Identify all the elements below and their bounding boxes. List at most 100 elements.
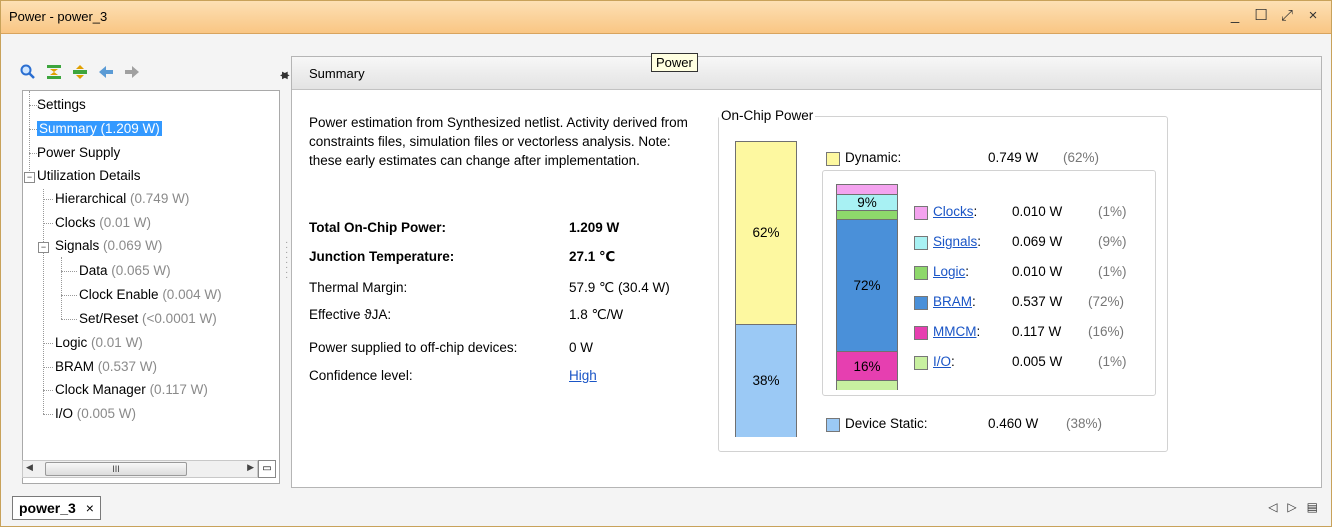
tree-item-value: (0.005 W) xyxy=(76,406,137,421)
io-link-text[interactable]: I/O xyxy=(933,354,951,369)
tree-item-clock-manager[interactable]: Clock Manager (0.117 W) xyxy=(55,382,208,397)
previous-tab-icon[interactable]: ◁ xyxy=(1268,500,1277,514)
minimize-button[interactable]: _ xyxy=(1227,7,1243,25)
tree-item-summary[interactable]: Summary (1.209 W) xyxy=(37,121,162,136)
collapse-all-icon[interactable] xyxy=(44,62,64,82)
tree-item-label: I/O xyxy=(55,406,74,421)
clocks-swatch xyxy=(914,206,928,220)
tree-item-label: Clocks xyxy=(55,215,96,230)
tree-item-utilization[interactable]: Utilization Details xyxy=(37,168,141,183)
tree-item-label: Clock Manager xyxy=(55,382,146,397)
logic-link-text[interactable]: Logic xyxy=(933,264,965,279)
tab-power-3[interactable]: power_3 × xyxy=(12,496,101,520)
tree-item-io[interactable]: I/O (0.005 W) xyxy=(55,406,136,421)
tree-item-label: Hierarchical xyxy=(55,191,127,206)
tree-item-label: Signals xyxy=(55,238,100,253)
signals-pct: (9%) xyxy=(1098,234,1127,249)
mmcm-link-text[interactable]: MMCM xyxy=(933,324,977,339)
on-chip-power-title: On-Chip Power xyxy=(719,108,816,123)
signals-swatch xyxy=(914,236,928,250)
close-button[interactable]: × xyxy=(1305,7,1321,25)
static-value: 0.460 W xyxy=(988,416,1039,431)
junction-temp-value: 27.1 ℃ xyxy=(569,249,616,264)
clocks-value: 0.010 W xyxy=(1012,204,1063,219)
breakdown-bar-segment xyxy=(837,185,897,194)
tab-label: power_3 xyxy=(19,500,76,516)
io-pct: (1%) xyxy=(1098,354,1127,369)
tree-item-value: (0.065 W) xyxy=(111,263,171,278)
splitter-handle[interactable]: · · · · · · · · xyxy=(285,238,288,283)
title-bar: Power - power_3 _ ☐ ⤢ × xyxy=(1,1,1331,34)
tree-item-label: Data xyxy=(79,263,108,278)
tree-item-settings[interactable]: Settings xyxy=(37,97,86,112)
on-chip-power-bar: 62% 38% xyxy=(735,141,797,437)
panel-corner-icon[interactable]: ▭ xyxy=(258,460,276,478)
signals-link[interactable]: Signals: xyxy=(933,234,981,249)
tree-connector xyxy=(43,390,53,391)
tree-horizontal-scrollbar[interactable]: ◀ III ▶ xyxy=(22,460,258,478)
expand-all-icon[interactable] xyxy=(70,62,90,82)
power-tree: Settings Summary (1.209 W) Power Supply … xyxy=(22,90,280,484)
expand-panel-icon[interactable]: ▶ xyxy=(282,70,290,81)
clocks-pct: (1%) xyxy=(1098,204,1127,219)
clocks-link[interactable]: Clocks: xyxy=(933,204,977,219)
tree-item-hierarchical[interactable]: Hierarchical (0.749 W) xyxy=(55,191,189,206)
scrollbar-thumb[interactable]: III xyxy=(45,462,187,476)
static-swatch xyxy=(826,418,840,432)
bram-link-text[interactable]: BRAM xyxy=(933,294,972,309)
forward-icon[interactable] xyxy=(122,62,142,82)
effective-theta-label: Effective ϑJA: xyxy=(309,307,392,322)
tab-list-icon[interactable]: ▤ xyxy=(1307,500,1318,514)
tree-item-label: Logic xyxy=(55,335,88,350)
breakdown-bar-segment: 16% xyxy=(837,350,897,382)
collapse-toggle-icon[interactable]: − xyxy=(24,172,35,183)
tree-item-value: (<0.0001 W) xyxy=(142,311,217,326)
static-pct: (38%) xyxy=(1066,416,1103,431)
float-button[interactable]: ⤢ xyxy=(1279,7,1295,25)
thermal-margin-label: Thermal Margin: xyxy=(309,280,408,295)
dynamic-label: Dynamic: xyxy=(845,150,902,165)
bram-link[interactable]: BRAM: xyxy=(933,294,976,309)
close-tab-icon[interactable]: × xyxy=(86,500,94,516)
search-icon[interactable] xyxy=(18,62,38,82)
tree-connector xyxy=(43,223,53,224)
scroll-right-icon[interactable]: ▶ xyxy=(247,462,254,473)
tree-item-clocks[interactable]: Clocks (0.01 W) xyxy=(55,215,151,230)
tree-item-logic[interactable]: Logic (0.01 W) xyxy=(55,335,143,350)
tree-item-clock-enable[interactable]: Clock Enable (0.004 W) xyxy=(79,287,222,302)
total-power-value: 1.209 W xyxy=(569,220,620,235)
tree-item-power-supply[interactable]: Power Supply xyxy=(37,145,120,160)
tree-toolbar xyxy=(12,56,286,88)
tree-item-data[interactable]: Data (0.065 W) xyxy=(79,263,171,278)
summary-title: Summary xyxy=(309,66,365,81)
off-chip-power-label: Power supplied to off-chip devices: xyxy=(309,340,518,355)
next-tab-icon[interactable]: ▷ xyxy=(1287,500,1296,514)
tree-item-value: (0.749 W) xyxy=(130,191,190,206)
tree-item-set-reset[interactable]: Set/Reset (<0.0001 W) xyxy=(79,311,217,326)
maximize-button[interactable]: ☐ xyxy=(1253,7,1269,25)
breakdown-bar-segment: 72% xyxy=(837,219,897,352)
signals-link-text[interactable]: Signals xyxy=(933,234,977,249)
back-icon[interactable] xyxy=(96,62,116,82)
io-link[interactable]: I/O: xyxy=(933,354,955,369)
logic-link[interactable]: Logic: xyxy=(933,264,969,279)
scroll-left-icon[interactable]: ◀ xyxy=(26,462,33,473)
confidence-label: Confidence level: xyxy=(309,368,413,383)
dynamic-bar-segment: 62% xyxy=(736,142,796,324)
tree-item-label: Clock Enable xyxy=(79,287,159,302)
summary-header: Summary xyxy=(292,57,1321,90)
clocks-link-text[interactable]: Clocks xyxy=(933,204,974,219)
dynamic-value: 0.749 W xyxy=(988,150,1039,165)
mmcm-link[interactable]: MMCM: xyxy=(933,324,980,339)
logic-pct: (1%) xyxy=(1098,264,1127,279)
logic-swatch xyxy=(914,266,928,280)
breakdown-bar-segment xyxy=(837,380,897,390)
bram-value: 0.537 W xyxy=(1012,294,1063,309)
tree-item-bram[interactable]: BRAM (0.537 W) xyxy=(55,359,157,374)
tree-connector xyxy=(61,295,77,296)
confidence-link[interactable]: High xyxy=(569,368,597,383)
tree-item-signals[interactable]: Signals (0.069 W) xyxy=(55,238,162,253)
tree-item-value: (0.537 W) xyxy=(97,359,158,374)
collapse-toggle-icon[interactable]: − xyxy=(38,242,49,253)
mmcm-pct: (16%) xyxy=(1088,324,1125,339)
